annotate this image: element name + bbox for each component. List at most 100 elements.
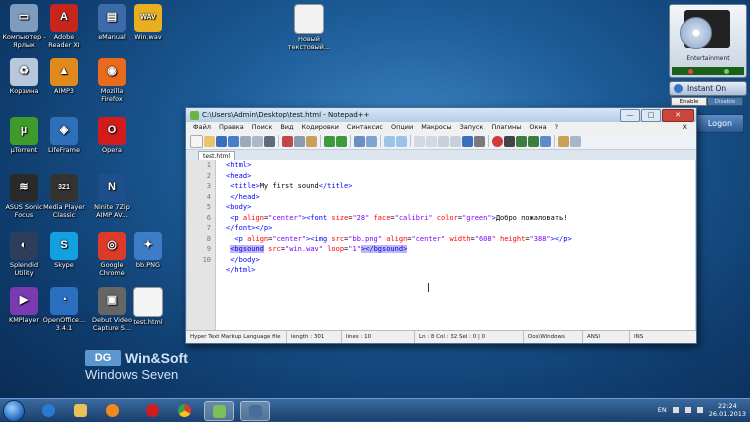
language-indicator[interactable]: EN bbox=[658, 406, 667, 414]
show-all-chars-icon[interactable] bbox=[438, 135, 449, 147]
settings-icon[interactable] bbox=[570, 135, 581, 147]
media-player-icon: 321 bbox=[50, 174, 78, 202]
flag-icon[interactable] bbox=[672, 407, 679, 413]
save-macro-icon[interactable] bbox=[540, 135, 551, 147]
indent-guide-icon[interactable] bbox=[450, 135, 461, 147]
instant-on-toggle[interactable]: Enable Disable bbox=[671, 97, 743, 106]
menu-windows[interactable]: Окна bbox=[525, 122, 550, 133]
taskbar-debut[interactable] bbox=[240, 401, 270, 421]
close-document-button[interactable]: X bbox=[679, 122, 691, 133]
network-icon[interactable] bbox=[684, 407, 691, 413]
replace-icon[interactable] bbox=[366, 135, 377, 147]
toolbar-separator bbox=[350, 135, 351, 147]
zoom-out-icon[interactable] bbox=[396, 135, 407, 147]
taskbar-ie[interactable] bbox=[34, 401, 62, 419]
taskbar-media-player[interactable] bbox=[98, 401, 126, 419]
code-line: <body> bbox=[226, 203, 252, 211]
zoom-in-icon[interactable] bbox=[384, 135, 395, 147]
menu-run[interactable]: Запуск bbox=[456, 122, 488, 133]
menu-options[interactable]: Опции bbox=[387, 122, 417, 133]
minimize-button[interactable]: — bbox=[620, 109, 640, 122]
disable-option[interactable]: Disable bbox=[707, 97, 743, 106]
desktop-icon[interactable]: N Ninite 7Zip AIMP AV... bbox=[88, 174, 136, 219]
lang-icon[interactable] bbox=[462, 135, 473, 147]
taskbar-explorer[interactable] bbox=[66, 401, 94, 419]
taskbar-notepad[interactable] bbox=[204, 401, 234, 421]
code-editor[interactable]: 1 2 3 4 5 6 7 8 9 10 <html> <head> <titl… bbox=[187, 160, 695, 331]
desktop-icon-label: bb.PNG bbox=[135, 261, 161, 269]
toolbar-separator bbox=[410, 135, 411, 147]
save-all-icon[interactable] bbox=[228, 135, 239, 147]
copy-icon[interactable] bbox=[294, 135, 305, 147]
status-length: length : 301 bbox=[287, 331, 342, 343]
close-button[interactable]: ✕ bbox=[662, 109, 694, 122]
desktop-icon[interactable]: O Opera bbox=[88, 117, 136, 155]
find-icon[interactable] bbox=[354, 135, 365, 147]
desktop-icon[interactable]: ✦ bb.PNG bbox=[124, 232, 172, 270]
recycle-bin-icon: ♻ bbox=[10, 58, 38, 86]
run-macro-multiple-icon[interactable] bbox=[528, 135, 539, 147]
notepad-window[interactable]: C:\Users\Admin\Desktop\test.html - Notep… bbox=[185, 107, 697, 344]
logon-button[interactable]: Logon bbox=[696, 114, 744, 133]
desktop-icon[interactable]: Новый текстовый... bbox=[285, 4, 333, 51]
taskbar-chrome[interactable] bbox=[170, 401, 198, 419]
print-icon[interactable] bbox=[264, 135, 275, 147]
power-icon[interactable] bbox=[687, 68, 693, 74]
wrap-icon[interactable] bbox=[426, 135, 437, 147]
desktop-icon-label: test.html bbox=[133, 318, 163, 326]
desktop-icon[interactable]: WAV Win.wav bbox=[124, 4, 172, 42]
menu-macros[interactable]: Макросы bbox=[417, 122, 455, 133]
record-macro-icon[interactable] bbox=[492, 135, 503, 147]
desktop-icon[interactable]: test.html bbox=[124, 287, 172, 327]
close-file-icon[interactable] bbox=[240, 135, 251, 147]
undo-icon[interactable] bbox=[324, 135, 335, 147]
sync-scroll-icon[interactable] bbox=[414, 135, 425, 147]
entertainment-gadget[interactable]: Entertainment bbox=[669, 4, 747, 78]
menu-plugins[interactable]: Плагины bbox=[487, 122, 525, 133]
volume-icon[interactable] bbox=[696, 407, 703, 413]
instant-on-button[interactable]: Instant On bbox=[669, 81, 747, 96]
abc-spellcheck-icon[interactable] bbox=[558, 135, 569, 147]
desktop-icon[interactable]: ◔ OpenOffice... 3.4.1 bbox=[40, 287, 88, 332]
desktop-icon[interactable]: ◈ LifeFrame bbox=[40, 117, 88, 155]
open-file-icon[interactable] bbox=[204, 135, 215, 147]
window-titlebar[interactable]: C:\Users\Admin\Desktop\test.html - Notep… bbox=[186, 108, 696, 122]
menu-view[interactable]: Вид bbox=[276, 122, 297, 133]
close-all-icon[interactable] bbox=[252, 135, 263, 147]
desktop-icon[interactable]: 321 Media Player Classic bbox=[40, 174, 88, 219]
menu-encoding[interactable]: Кодировки bbox=[298, 122, 343, 133]
code-lines[interactable]: <html> <head> <title>My first sound</tit… bbox=[216, 160, 695, 331]
start-button[interactable] bbox=[3, 400, 25, 422]
desktop-icon[interactable]: ◉ Mozilla Firefox bbox=[88, 58, 136, 103]
text-cursor-icon bbox=[428, 283, 431, 292]
cut-icon[interactable] bbox=[282, 135, 293, 147]
stop-macro-icon[interactable] bbox=[504, 135, 515, 147]
desktop-icon[interactable]: ▲ AIMP3 bbox=[40, 58, 88, 96]
menu-help[interactable]: ? bbox=[551, 122, 562, 133]
save-icon[interactable] bbox=[216, 135, 227, 147]
menu-file[interactable]: Файл bbox=[189, 122, 215, 133]
power-icon bbox=[674, 84, 683, 93]
code-line: <head> bbox=[226, 171, 252, 180]
status-position: Ln : 8 Col : 32 Sel : 0 | 0 bbox=[415, 331, 524, 343]
menu-search[interactable]: Поиск bbox=[248, 122, 277, 133]
clock[interactable]: 22:24 26.01.2013 bbox=[709, 402, 746, 418]
folder-icon bbox=[73, 403, 87, 417]
code-line: <title>My first sound</title> bbox=[226, 182, 353, 190]
menu-syntax[interactable]: Синтаксис bbox=[343, 122, 387, 133]
paste-icon[interactable] bbox=[306, 135, 317, 147]
desktop-icon[interactable]: A Adobe Reader XI bbox=[40, 4, 88, 49]
play-macro-icon[interactable] bbox=[516, 135, 527, 147]
new-file-icon[interactable] bbox=[190, 134, 203, 148]
instant-on-label: Instant On bbox=[687, 84, 727, 93]
redo-icon[interactable] bbox=[336, 135, 347, 147]
desktop-icon[interactable]: S Skype bbox=[40, 232, 88, 270]
enable-option[interactable]: Enable bbox=[671, 97, 707, 106]
maximize-button[interactable]: □ bbox=[641, 109, 661, 122]
line-number: 4 bbox=[206, 192, 211, 201]
gadget-controls[interactable] bbox=[672, 67, 744, 75]
doc-map-icon[interactable] bbox=[474, 135, 485, 147]
menu-edit[interactable]: Правка bbox=[215, 122, 248, 133]
desktop-icon-label: AIMP3 bbox=[53, 87, 75, 95]
taskbar-opera[interactable] bbox=[138, 401, 166, 419]
